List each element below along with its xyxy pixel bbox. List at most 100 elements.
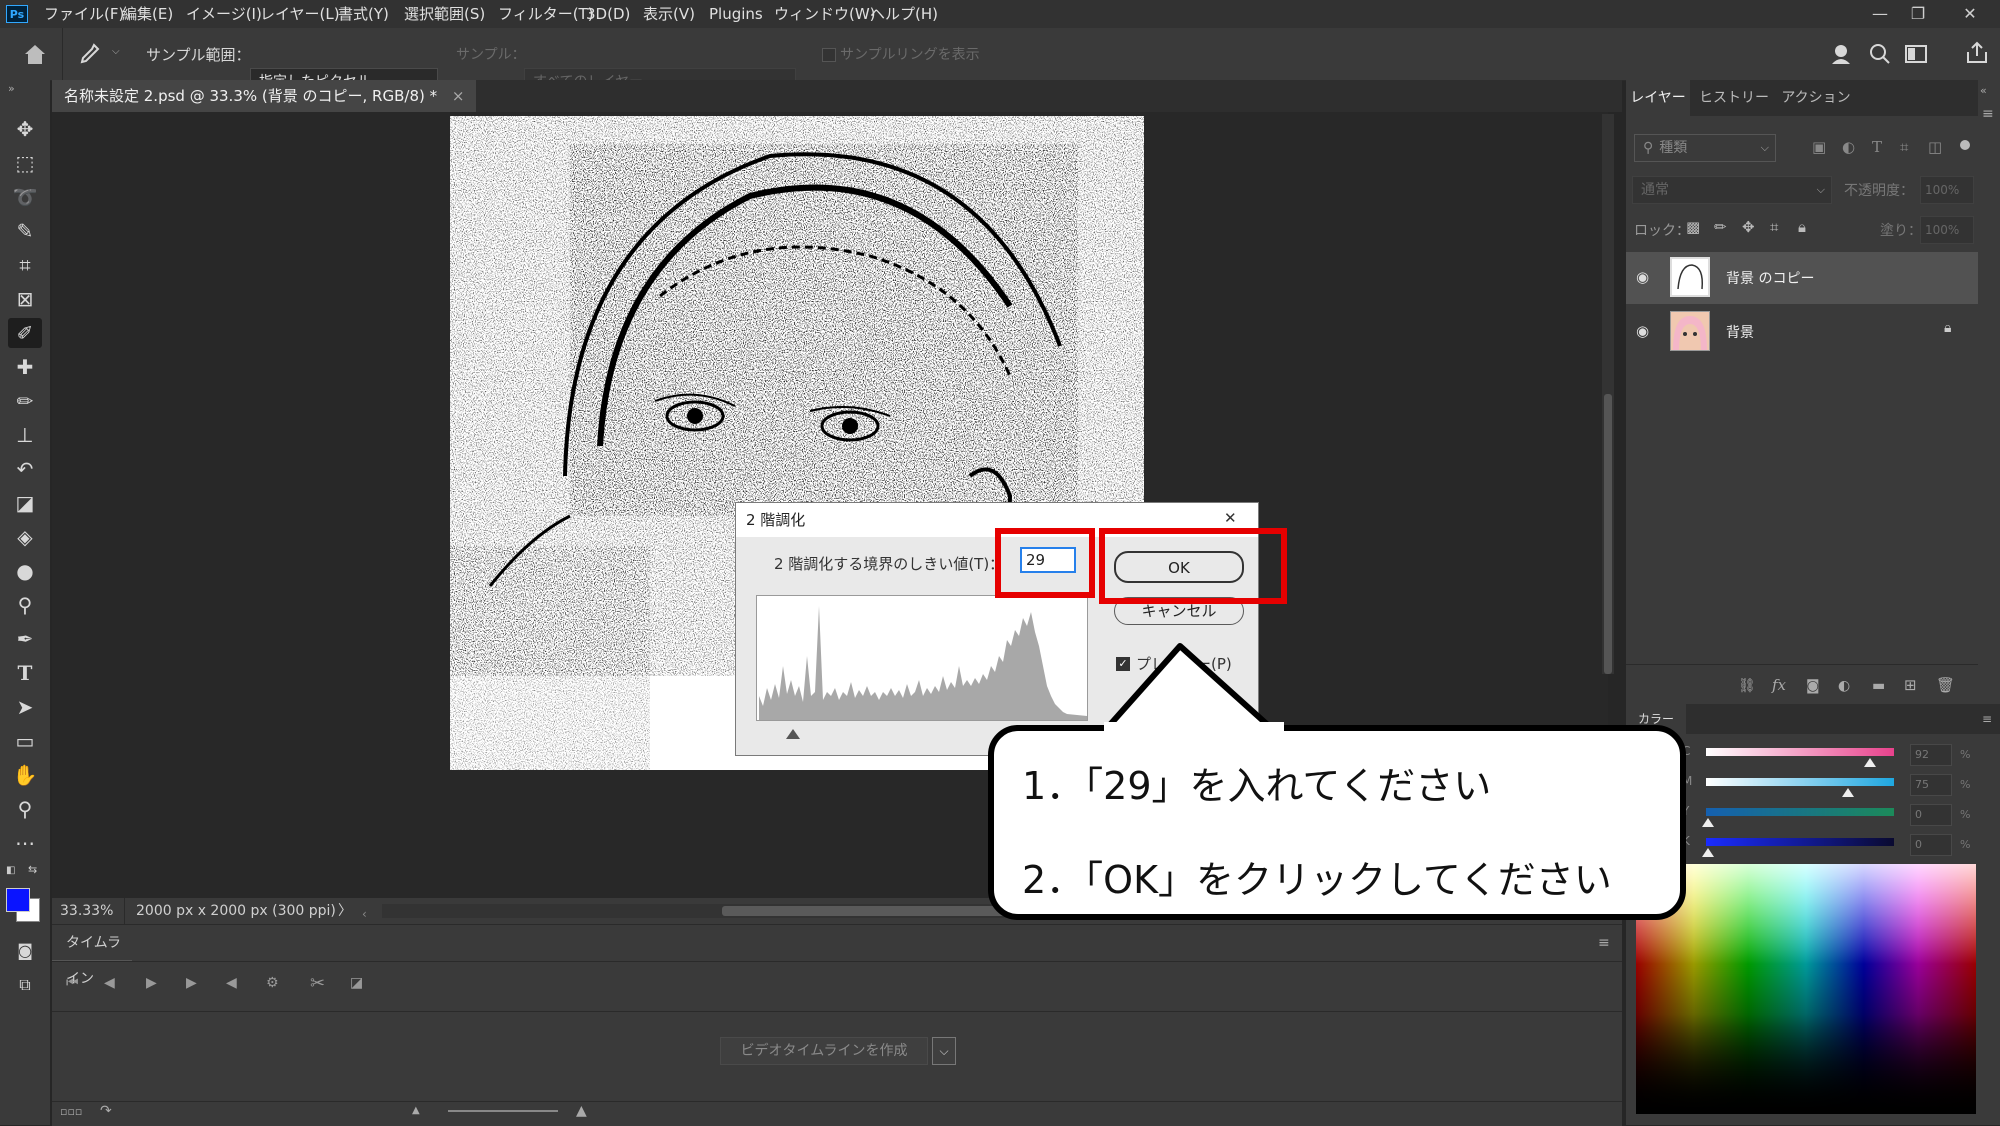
menu-3d[interactable]: 3D(D) <box>586 0 630 28</box>
menu-file[interactable]: ファイル(F) <box>44 0 124 28</box>
new-layer-icon[interactable]: ⊞ <box>1904 676 1917 694</box>
brush-tool-icon[interactable]: ✏ <box>8 386 42 416</box>
default-colors-icon[interactable]: ◧ <box>6 865 15 876</box>
cmyk-y-input[interactable]: 0 <box>1910 804 1952 826</box>
zoom-tool-icon[interactable]: ⚲ <box>8 794 42 824</box>
lock-transparency-icon[interactable]: ▩ <box>1686 218 1700 236</box>
layer-mask-icon[interactable]: ◙ <box>1806 678 1820 694</box>
collapse-panels-icon[interactable]: « <box>1980 84 1987 97</box>
show-ring-checkbox[interactable] <box>822 48 836 62</box>
layer-row[interactable]: ◉ 背景 のコピー <box>1626 252 1978 304</box>
type-filter-icon[interactable]: T <box>1872 138 1882 156</box>
cmyk-m-slider[interactable] <box>1706 778 1894 786</box>
layer-filter-dropdown[interactable]: ⚲ 種類 ⌵ <box>1634 134 1776 162</box>
cmyk-y-handle[interactable] <box>1702 818 1714 827</box>
adjustment-filter-icon[interactable]: ◐ <box>1842 138 1855 156</box>
paint-bucket-tool-icon[interactable]: ◈ <box>8 522 42 552</box>
menu-image[interactable]: イメージ(I) <box>186 0 262 28</box>
collapse-icon[interactable]: » <box>8 82 15 95</box>
zoom-in-icon[interactable]: ▲ <box>576 1103 587 1119</box>
screen-mode-icon[interactable]: ⧉ <box>8 970 42 1000</box>
timeline-tab[interactable]: タイムライン <box>52 925 132 987</box>
marquee-tool-icon[interactable]: ⬚ <box>8 148 42 178</box>
share-user-icon[interactable] <box>1830 42 1856 66</box>
filter-toggle-icon[interactable] <box>1960 140 1970 150</box>
hand-tool-icon[interactable]: ✋ <box>8 760 42 790</box>
swap-colors-icon[interactable]: ⇆ <box>28 863 37 876</box>
close-window-button[interactable]: ✕ <box>1952 0 1988 28</box>
zoom-slider[interactable] <box>448 1110 558 1112</box>
link-layers-icon[interactable]: ⛓ <box>1738 678 1756 694</box>
previous-frame-icon[interactable]: ◀ <box>104 975 115 991</box>
pixel-filter-icon[interactable]: ▣ <box>1812 138 1826 156</box>
scissors-icon[interactable]: ✂ <box>310 973 325 994</box>
minimize-button[interactable]: — <box>1862 0 1898 28</box>
color-spectrum[interactable] <box>1636 864 1976 1114</box>
menu-help[interactable]: ヘルプ(H) <box>870 0 938 28</box>
dodge-tool-icon[interactable]: ⚲ <box>8 590 42 620</box>
panel-menu-icon[interactable]: ≡ <box>1982 712 1992 726</box>
restore-button[interactable]: ❐ <box>1900 0 1936 28</box>
menu-view[interactable]: 表示(V) <box>643 0 695 28</box>
pen-tool-icon[interactable]: ✒ <box>8 624 42 654</box>
smart-object-filter-icon[interactable]: ◫ <box>1928 138 1942 156</box>
adjustment-layer-icon[interactable]: ◐ <box>1838 678 1850 694</box>
healing-brush-tool-icon[interactable]: ✚ <box>8 352 42 382</box>
tab-history[interactable]: ヒストリー <box>1694 80 1774 116</box>
settings-icon[interactable]: ⚙ <box>266 975 279 991</box>
cmyk-y-slider[interactable] <box>1706 808 1894 816</box>
quick-select-tool-icon[interactable]: ✎ <box>8 216 42 246</box>
tool-preset-chevron-icon[interactable]: ⌵ <box>112 46 120 57</box>
eye-icon[interactable]: ◉ <box>1636 268 1649 286</box>
rectangle-tool-icon[interactable]: ▭ <box>8 726 42 756</box>
path-select-tool-icon[interactable]: ➤ <box>8 692 42 722</box>
foreground-color-swatch[interactable] <box>6 888 30 912</box>
status-arrow-icon[interactable]: 〉 <box>338 898 352 924</box>
vertical-scrollbar[interactable] <box>1602 114 1614 674</box>
eyedropper-icon[interactable] <box>78 42 100 66</box>
home-icon[interactable] <box>22 42 48 66</box>
search-icon[interactable] <box>1868 42 1892 66</box>
menu-select[interactable]: 選択範囲(S) <box>404 0 485 28</box>
render-icon[interactable]: ↷ <box>100 1103 112 1119</box>
audio-icon[interactable]: ◀ <box>226 975 237 991</box>
dialog-close-icon[interactable]: ✕ <box>1224 509 1237 527</box>
transition-icon[interactable]: ◪ <box>350 975 363 991</box>
cmyk-k-input[interactable]: 0 <box>1910 834 1952 856</box>
cmyk-k-handle[interactable] <box>1702 848 1714 857</box>
chevron-down-icon[interactable]: ⌵ <box>932 1037 956 1065</box>
tab-actions[interactable]: アクション <box>1776 80 1856 116</box>
scroll-thumb[interactable] <box>1604 394 1612 674</box>
zoom-out-icon[interactable]: ▲ <box>412 1105 420 1116</box>
close-tab-icon[interactable]: × <box>452 87 465 105</box>
lock-position-icon[interactable]: ✥ <box>1742 218 1755 236</box>
layer-row[interactable]: ◉ 背景 🔒︎ <box>1626 306 1978 358</box>
menu-filter[interactable]: フィルター(T) <box>498 0 594 28</box>
eraser-tool-icon[interactable]: ◪ <box>8 488 42 518</box>
fx-icon[interactable]: fx <box>1772 676 1786 694</box>
group-folder-icon[interactable]: ▬ <box>1872 678 1885 694</box>
lock-artboard-icon[interactable]: ⌗ <box>1770 218 1778 236</box>
zoom-level[interactable]: 33.33% <box>60 898 113 924</box>
menu-edit[interactable]: 編集(E) <box>122 0 173 28</box>
trash-icon[interactable]: 🗑︎ <box>1936 676 1955 694</box>
document-tab[interactable]: 名称未設定 2.psd @ 33.3% (背景 のコピー, RGB/8) * × <box>52 80 477 112</box>
menu-type[interactable]: 書式(Y) <box>338 0 389 28</box>
create-video-timeline-button[interactable]: ビデオタイムラインを作成 <box>720 1037 928 1065</box>
scroll-left-icon[interactable]: ‹ <box>362 901 378 921</box>
fill-input[interactable]: 100% <box>1920 216 1974 244</box>
frame-tool-icon[interactable]: ⊠ <box>8 284 42 314</box>
stamp-tool-icon[interactable]: ⊥ <box>8 420 42 450</box>
menu-plugins[interactable]: Plugins <box>709 0 763 28</box>
play-icon[interactable]: ▶ <box>146 975 157 991</box>
tab-layers[interactable]: レイヤー <box>1626 80 1690 116</box>
next-frame-icon[interactable]: ▶ <box>186 975 197 991</box>
shape-filter-icon[interactable]: ⌗ <box>1900 138 1908 156</box>
lock-all-icon[interactable]: 🔒︎ <box>1798 218 1806 236</box>
cmyk-k-slider[interactable] <box>1706 838 1894 846</box>
blur-tool-icon[interactable]: ● <box>8 556 42 586</box>
first-frame-icon[interactable]: ⏮ <box>66 975 79 991</box>
frame-animation-icon[interactable]: ▫▫▫ <box>60 1105 82 1118</box>
type-tool-icon[interactable]: T <box>8 658 42 688</box>
lasso-tool-icon[interactable]: ➰ <box>8 182 42 212</box>
